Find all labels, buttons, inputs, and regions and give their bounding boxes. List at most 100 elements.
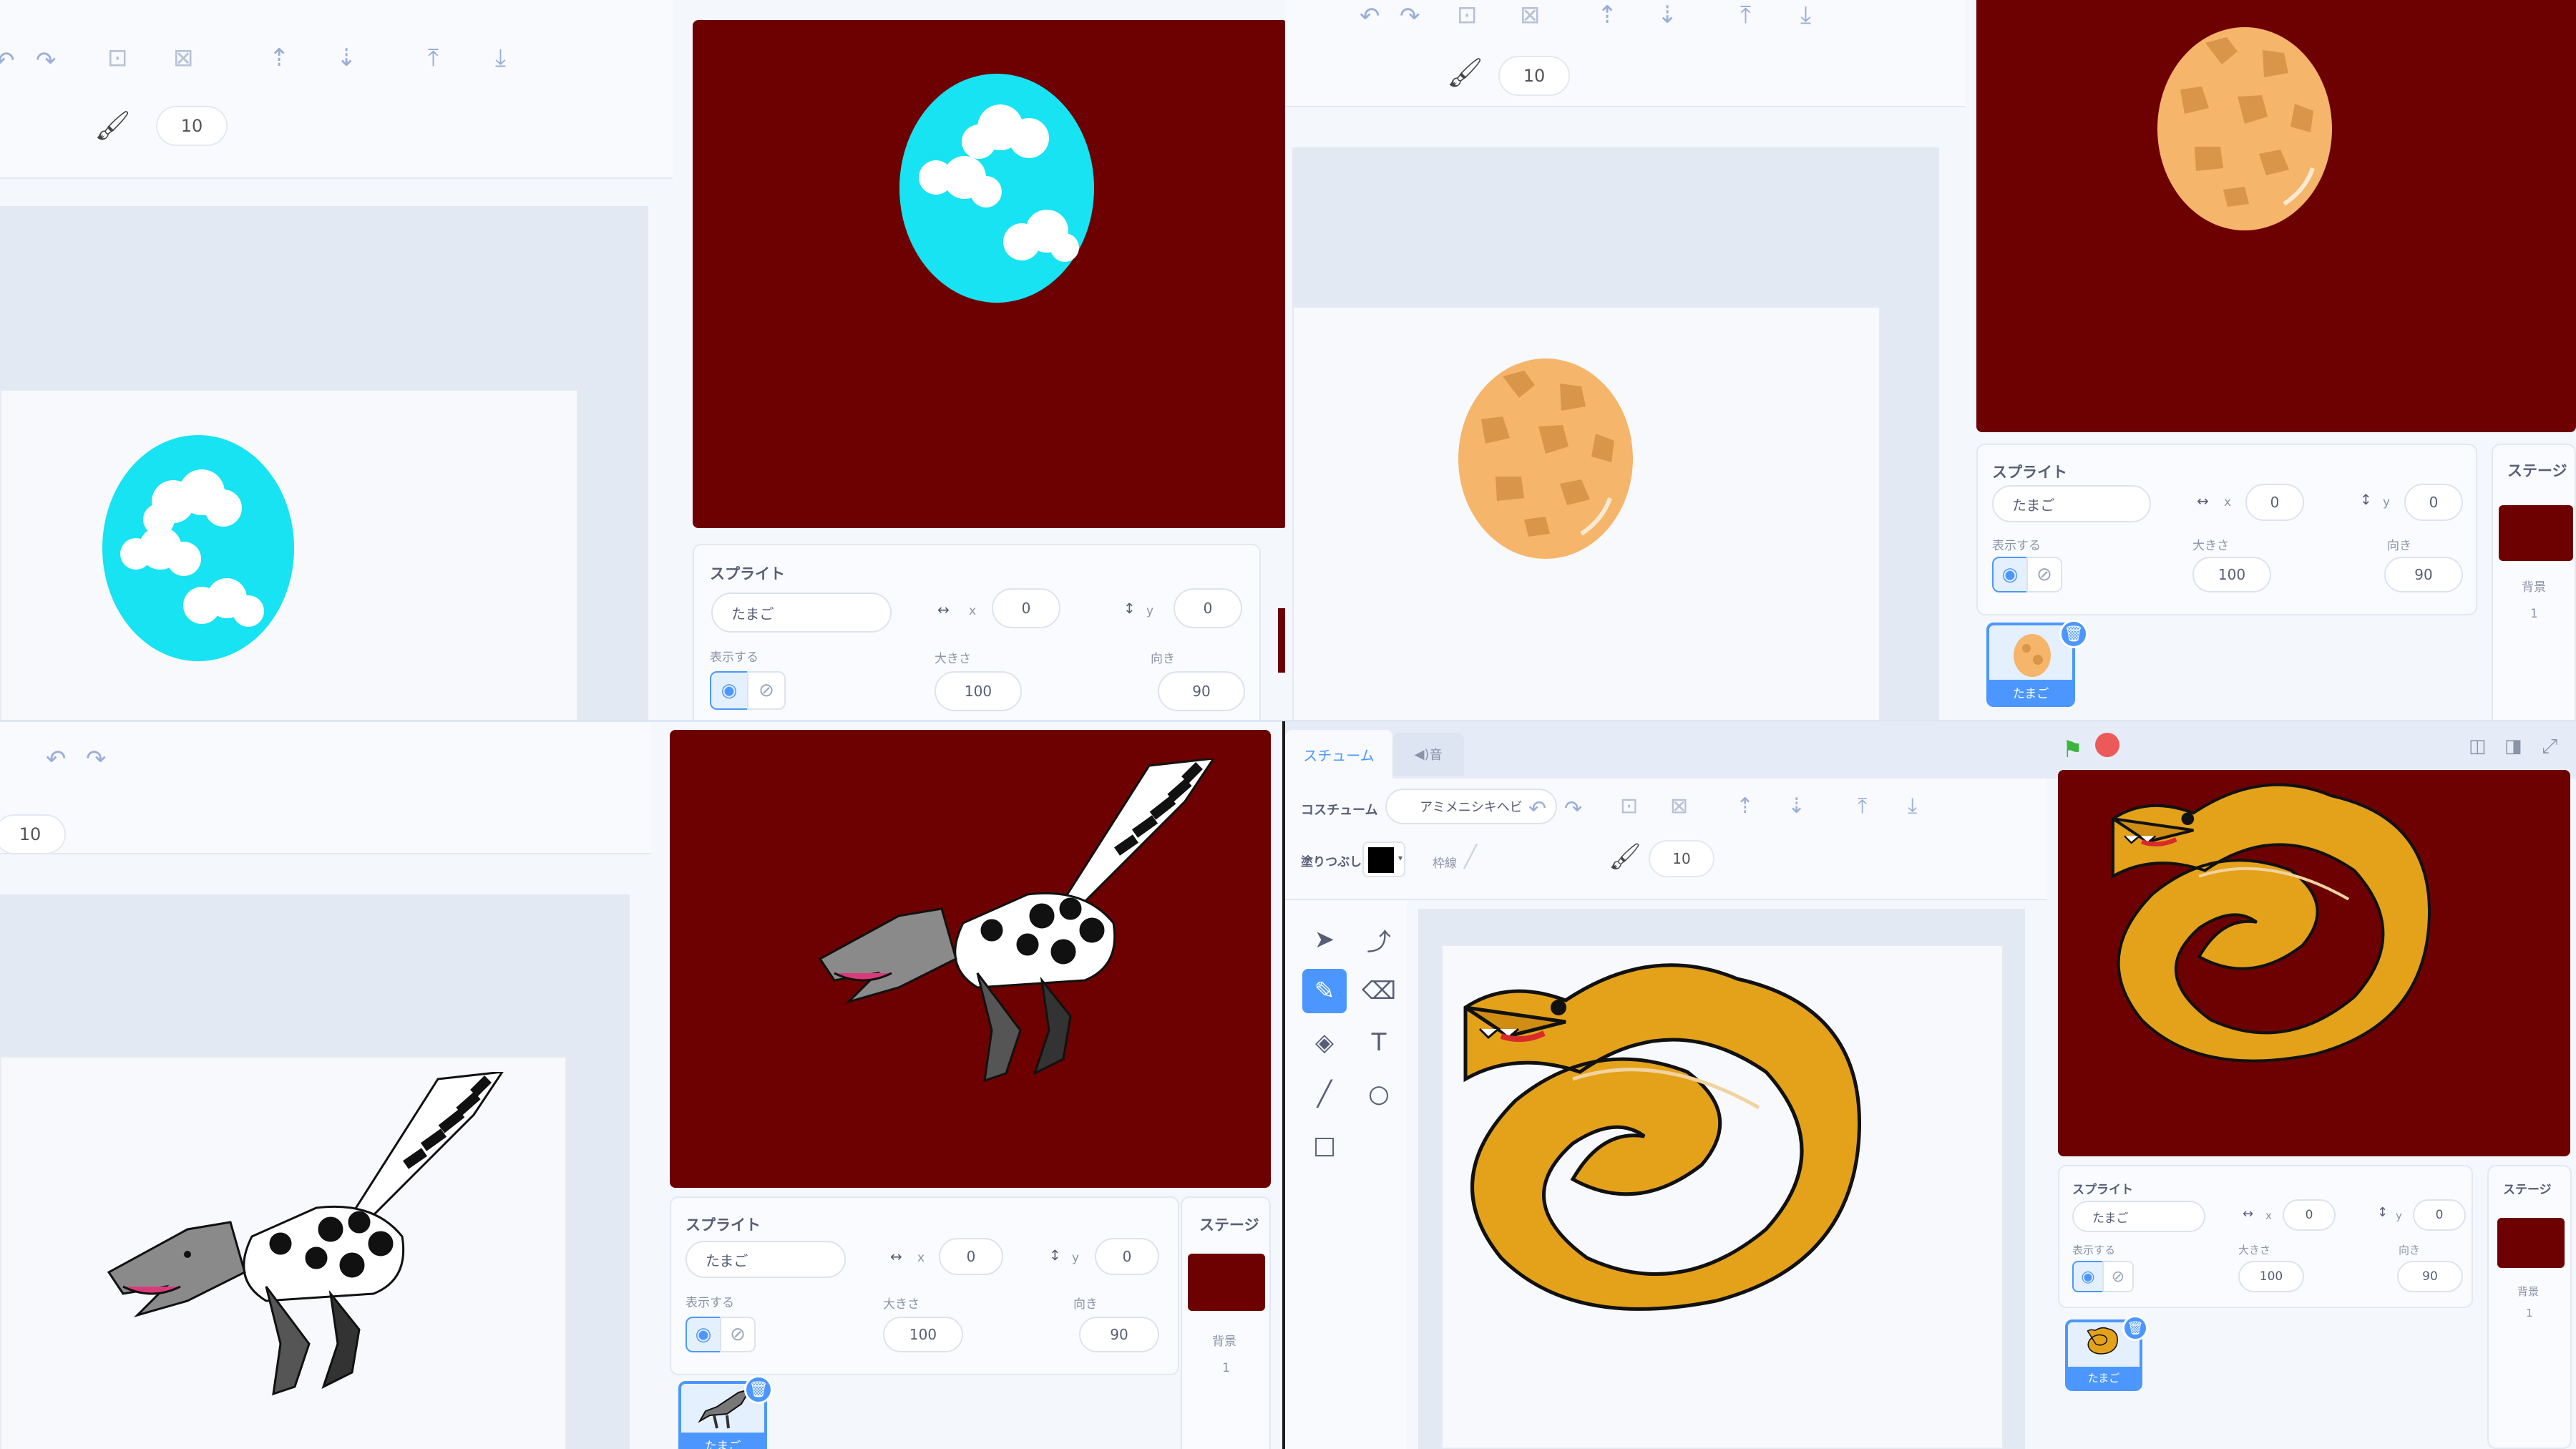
fill-color-picker[interactable]: ▾ (1362, 841, 1405, 877)
x-input[interactable]: 0 (992, 588, 1060, 628)
size-input[interactable]: 100 (935, 671, 1022, 711)
redo-icon[interactable]: ↷ (1564, 799, 1582, 820)
undo-icon[interactable]: ↶ (1528, 799, 1546, 820)
x-input[interactable]: 0 (2245, 484, 2304, 521)
direction-input[interactable]: 90 (2384, 557, 2463, 592)
brush-size-input[interactable]: 10 (0, 814, 66, 854)
ungroup-icon[interactable]: ⊠ (1520, 3, 1541, 27)
brush-tool-icon[interactable]: ✎ (1302, 969, 1347, 1013)
trash-icon[interactable]: 🗑 (744, 1375, 773, 1404)
small-stage-icon[interactable]: ◫ (2469, 736, 2487, 757)
group-icon[interactable]: ⊡ (107, 46, 128, 70)
large-stage-icon[interactable]: ◨ (2504, 736, 2522, 757)
y-input[interactable]: 0 (2413, 1199, 2466, 1231)
brush-size-input[interactable]: 10 (156, 106, 228, 146)
backward-icon[interactable]: ⇣ (1657, 3, 1678, 27)
rect-icon[interactable]: □ (1302, 1123, 1347, 1168)
backward-icon[interactable]: ⇣ (336, 46, 357, 70)
speaker-icon: ◀) (1414, 746, 1430, 762)
show-label: 表示する (710, 650, 758, 665)
stage-view[interactable] (670, 730, 1271, 1188)
hide-button[interactable]: ⊘ (2026, 557, 2062, 592)
sprite-name-input[interactable]: たまご (1992, 485, 2151, 522)
snake-costume (1463, 963, 1862, 1311)
paint-canvas[interactable] (1292, 306, 1880, 721)
sprite-name-input[interactable]: たまご (2072, 1201, 2205, 1232)
x-input[interactable]: 0 (2283, 1199, 2336, 1231)
forward-icon[interactable]: ⇡ (269, 46, 290, 70)
hide-button[interactable]: ⊘ (747, 671, 786, 710)
back-icon[interactable]: ⤓ (495, 46, 506, 70)
size-input[interactable]: 100 (2192, 557, 2271, 592)
egg-sprite-blue[interactable] (893, 70, 1101, 306)
line-icon[interactable]: ╱ (1302, 1072, 1347, 1116)
text-icon[interactable]: T (1357, 1020, 1401, 1065)
stage-thumbnail[interactable] (2497, 1218, 2565, 1268)
stop-icon[interactable] (2095, 733, 2119, 757)
paint-canvas[interactable] (0, 1056, 567, 1449)
undo-icon[interactable]: ↶ (1360, 4, 1380, 29)
group-icon[interactable]: ⊡ (1620, 796, 1638, 817)
paint-canvas[interactable] (0, 389, 578, 721)
ungroup-icon[interactable]: ⊠ (1670, 796, 1688, 817)
stage-column: ステージ 背景 1 (1181, 1196, 1271, 1449)
stage-thumb-edge (1278, 608, 1285, 673)
circle-icon[interactable]: ○ (1357, 1072, 1401, 1116)
front-icon[interactable]: ⤒ (428, 46, 439, 70)
fullscreen-icon[interactable]: ⤢ (2542, 734, 2557, 758)
y-input[interactable]: 0 (1174, 588, 1242, 628)
direction-input[interactable]: 90 (2397, 1261, 2463, 1292)
stage-view[interactable] (693, 20, 1285, 528)
hide-button[interactable]: ⊘ (2102, 1261, 2134, 1292)
tab-costumes[interactable]: スチューム (1285, 730, 1392, 779)
x-input[interactable]: 0 (939, 1238, 1003, 1275)
show-button[interactable]: ◉ (686, 1317, 721, 1352)
green-flag-icon[interactable]: ⚑ (2062, 736, 2083, 763)
fill-icon[interactable]: ◈ (1302, 1020, 1347, 1065)
stage-thumbnail[interactable] (2499, 505, 2573, 561)
ungroup-icon[interactable]: ⊠ (173, 46, 194, 70)
front-icon[interactable]: ⤒ (1740, 3, 1751, 27)
snake-sprite[interactable] (2064, 773, 2565, 1152)
sprite-tile-thumb (698, 1390, 751, 1429)
direction-input[interactable]: 90 (1079, 1317, 1159, 1352)
egg-sprite-orange[interactable] (2148, 21, 2341, 243)
show-button[interactable]: ◉ (1992, 557, 2028, 592)
redo-icon[interactable]: ↷ (1400, 4, 1420, 29)
stage-thumbnail[interactable] (1188, 1254, 1265, 1311)
eraser-icon[interactable]: ⌫ (1357, 969, 1401, 1013)
back-icon[interactable]: ⤓ (1800, 3, 1811, 27)
dinosaur-sprite[interactable] (813, 758, 1257, 1116)
direction-input[interactable]: 90 (1158, 671, 1245, 711)
size-input[interactable]: 100 (2238, 1261, 2304, 1292)
stage-view[interactable] (2058, 770, 2570, 1156)
group-icon[interactable]: ⊡ (1457, 3, 1478, 27)
hide-button[interactable]: ⊘ (720, 1317, 756, 1352)
outline-color-picker[interactable]: ╱ (1464, 844, 1477, 869)
backward-icon[interactable]: ⇣ (1787, 796, 1805, 817)
forward-icon[interactable]: ⇡ (1597, 3, 1618, 27)
redo-icon[interactable]: ↷ (86, 747, 107, 771)
trash-icon[interactable]: 🗑 (2059, 620, 2088, 648)
stage-view[interactable] (1976, 0, 2576, 432)
show-button[interactable]: ◉ (710, 671, 748, 710)
undo-icon[interactable]: ↶ (0, 49, 15, 73)
y-input[interactable]: 0 (2404, 484, 2463, 521)
trash-icon[interactable]: 🗑 (2122, 1315, 2148, 1341)
select-icon[interactable]: ➤ (1302, 917, 1347, 962)
sprite-name-input[interactable]: たまご (686, 1241, 846, 1278)
show-button[interactable]: ◉ (2072, 1261, 2104, 1292)
redo-icon[interactable]: ↷ (36, 49, 57, 73)
brush-size-input[interactable]: 10 (1498, 56, 1570, 96)
brush-size-input[interactable]: 10 (1649, 840, 1714, 877)
undo-icon[interactable]: ↶ (46, 747, 67, 771)
reshape-icon[interactable]: ⤴ (1357, 917, 1401, 962)
front-icon[interactable]: ⤒ (1858, 796, 1867, 817)
tab-sounds[interactable]: ◀) 音 (1392, 733, 1464, 776)
back-icon[interactable]: ⤓ (1908, 796, 1917, 817)
forward-icon[interactable]: ⇡ (1736, 796, 1754, 817)
size-input[interactable]: 100 (883, 1317, 963, 1352)
y-input[interactable]: 0 (1095, 1238, 1159, 1275)
sprite-name-input[interactable]: たまご (711, 592, 892, 633)
paint-canvas[interactable] (1441, 945, 2004, 1449)
